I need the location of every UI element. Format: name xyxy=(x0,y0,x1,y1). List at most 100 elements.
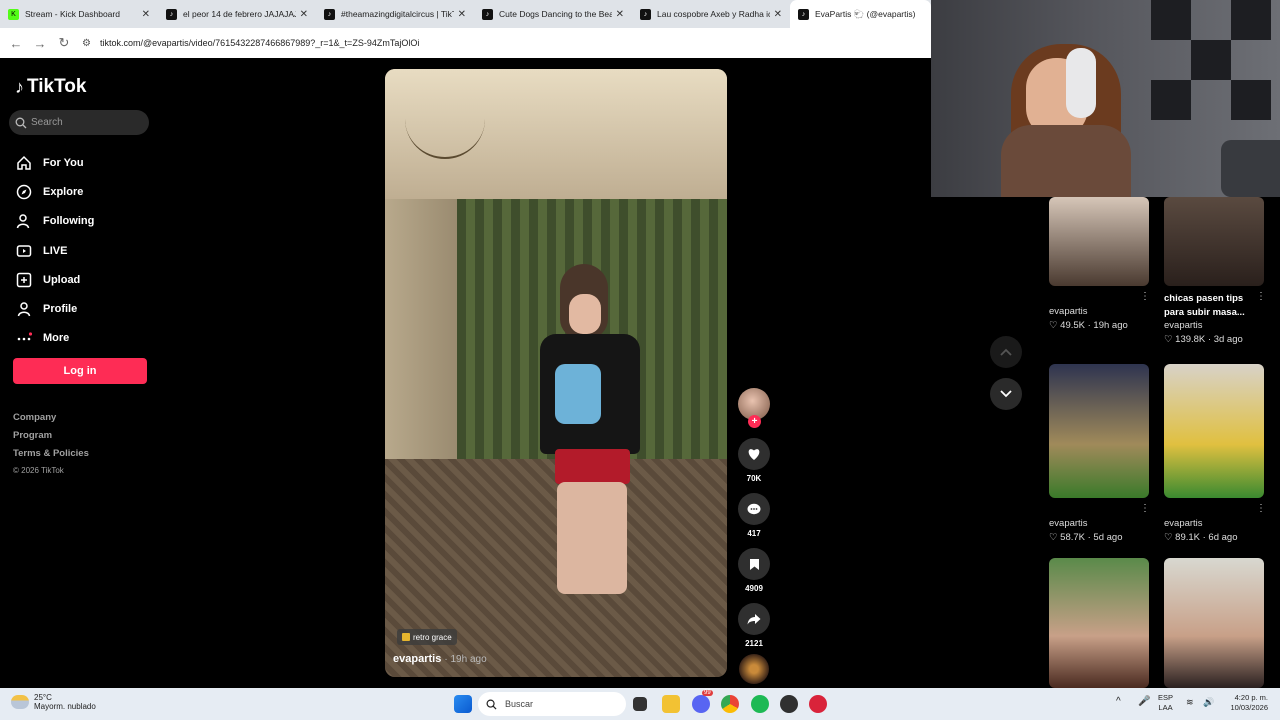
comment-button[interactable]: 417 xyxy=(736,493,772,538)
card-username[interactable]: evapartis xyxy=(1164,320,1264,331)
windows-start-icon[interactable] xyxy=(454,695,472,713)
sidebar-item-more[interactable]: More xyxy=(15,324,94,353)
sidebar-item-explore[interactable]: Explore xyxy=(15,177,94,206)
follow-plus-icon[interactable]: + xyxy=(748,415,761,428)
dancer-face xyxy=(569,294,601,334)
video-player[interactable]: retro grace evapartis · 19h ago xyxy=(385,69,727,677)
sidebar-item-label: Upload xyxy=(43,273,81,286)
video-thumbnail[interactable] xyxy=(1164,197,1264,286)
sidebar-item-following[interactable]: Following xyxy=(15,207,94,236)
more-options-icon[interactable]: ⋮ xyxy=(1140,503,1150,514)
obs-icon[interactable] xyxy=(780,695,798,713)
search-input[interactable]: Search xyxy=(9,110,149,135)
forward-icon[interactable]: → xyxy=(28,36,52,51)
bookmark-button[interactable]: 4909 xyxy=(736,548,772,593)
sidebar-item-upload[interactable]: Upload xyxy=(15,265,94,294)
video-thumbnail[interactable] xyxy=(1049,364,1149,498)
heart-icon xyxy=(738,438,770,470)
browser-tab-bar: K Stream - Kick Dashboard ✕ ♪ el peor 14… xyxy=(0,0,931,28)
browser-toolbar: ← → ↻ ⚙ tiktok.com/@evapartis/video/7615… xyxy=(0,28,931,58)
taskbar-search[interactable]: Buscar xyxy=(478,692,626,716)
card-username[interactable]: evapartis xyxy=(1049,306,1149,317)
video-wall xyxy=(385,199,457,459)
close-tab-icon[interactable]: ✕ xyxy=(458,9,466,20)
close-tab-icon[interactable]: ✕ xyxy=(616,9,624,20)
song-tag[interactable]: retro grace xyxy=(397,629,457,645)
card-stats: ♡ 58.7K · 5d ago xyxy=(1049,532,1123,543)
reload-icon[interactable]: ↻ xyxy=(52,35,76,51)
creator-avatar[interactable]: + xyxy=(738,388,770,428)
previous-video-button[interactable] xyxy=(990,336,1022,368)
video-thumbnail[interactable] xyxy=(1164,558,1264,688)
card-username[interactable]: evapartis xyxy=(1164,518,1264,529)
clock[interactable]: 4:20 p. m. 10/03/2026 xyxy=(1222,693,1268,713)
card-username[interactable]: evapartis xyxy=(1049,518,1149,529)
sidebar-item-live[interactable]: LIVE xyxy=(15,236,94,265)
copyright: © 2026 TikTok xyxy=(13,466,64,475)
next-video-button[interactable] xyxy=(990,378,1022,410)
card-title[interactable]: chicas pasen tips para subir masa... xyxy=(1164,292,1264,320)
address-bar[interactable]: ⚙ tiktok.com/@evapartis/video/7615432287… xyxy=(82,32,931,54)
volume-icon[interactable]: 🔊 xyxy=(1203,697,1214,707)
video-thumbnail[interactable] xyxy=(1049,197,1149,286)
wifi-icon[interactable]: ≋ xyxy=(1186,697,1194,707)
tab-tiktok-2[interactable]: ♪ #theamazingdigitalcircus | TikT ✕ xyxy=(316,0,474,28)
task-view-icon[interactable] xyxy=(633,697,647,711)
weather-widget[interactable]: 25°C Mayorm. nublado xyxy=(11,693,96,711)
close-tab-icon[interactable]: ✕ xyxy=(300,9,308,20)
like-button[interactable]: 70K xyxy=(736,438,772,483)
video-author[interactable]: evapartis · 19h ago xyxy=(393,653,487,665)
link-program[interactable]: Program xyxy=(13,430,89,448)
search-placeholder: Search xyxy=(31,117,63,128)
video-card-meta: evapartis ♡ 89.1K · 6d ago xyxy=(1164,518,1264,543)
sidebar-item-for-you[interactable]: For You xyxy=(15,148,94,177)
microphone-icon[interactable]: 🎤 xyxy=(1138,697,1150,707)
back-icon[interactable]: ← xyxy=(4,36,28,51)
tab-tiktok-4[interactable]: ♪ Lau cospobre Axeb y Radha ic ✕ xyxy=(632,0,790,28)
tiktok-logo-icon: ♪ xyxy=(15,76,24,97)
comment-icon xyxy=(738,493,770,525)
sidebar-item-label: More xyxy=(43,332,70,345)
video-card-meta: evapartis ♡ 49.5K · 19h ago xyxy=(1049,306,1149,331)
sidebar-item-profile[interactable]: Profile xyxy=(15,294,94,323)
chrome-icon[interactable] xyxy=(721,695,739,713)
taskbar-search-label: Buscar xyxy=(505,699,534,709)
file-explorer-icon[interactable] xyxy=(662,695,680,713)
save-count: 4909 xyxy=(745,584,763,593)
tab-tiktok-1[interactable]: ♪ el peor 14 de febrero JAJAJAJ ✕ xyxy=(158,0,316,28)
app-red-icon[interactable] xyxy=(809,695,827,713)
chevron-up-icon[interactable]: ^ xyxy=(1116,697,1121,707)
discord-icon[interactable]: 99 xyxy=(692,690,713,713)
tab-title: #theamazingdigitalcircus | TikT xyxy=(341,9,454,19)
video-thumbnail[interactable] xyxy=(1164,364,1264,498)
share-button[interactable]: 2121 xyxy=(736,603,772,648)
author-name[interactable]: evapartis xyxy=(393,653,441,665)
music-disc-icon[interactable] xyxy=(739,654,769,684)
spotify-icon[interactable] xyxy=(751,695,769,713)
more-options-icon[interactable]: ⋮ xyxy=(1256,503,1266,514)
share-count: 2121 xyxy=(745,639,763,648)
tiktok-icon: ♪ xyxy=(166,8,177,20)
home-icon xyxy=(15,154,33,172)
partly-cloudy-icon xyxy=(11,695,29,709)
language-indicator[interactable]: ESP LAA xyxy=(1158,693,1173,713)
tab-tiktok-3[interactable]: ♪ Cute Dogs Dancing to the Beat ✕ xyxy=(474,0,632,28)
close-tab-icon[interactable]: ✕ xyxy=(774,9,782,20)
tab-evapartis-active[interactable]: ♪ EvaPartis 🐑 (@evapartis) xyxy=(790,0,931,28)
login-button[interactable]: Log in xyxy=(13,358,147,384)
close-tab-icon[interactable]: ✕ xyxy=(142,9,150,20)
link-company[interactable]: Company xyxy=(13,412,89,430)
link-terms[interactable]: Terms & Policies xyxy=(13,448,89,466)
profile-icon xyxy=(15,300,33,318)
more-options-icon[interactable]: ⋮ xyxy=(1140,291,1150,302)
music-note-icon xyxy=(402,633,410,641)
logo-text: TikTok xyxy=(27,76,87,97)
dancer-legs xyxy=(557,482,627,594)
site-info-icon[interactable]: ⚙ xyxy=(82,38,100,49)
tab-kick[interactable]: K Stream - Kick Dashboard ✕ xyxy=(0,0,158,28)
card-stats: ♡ 89.1K · 6d ago xyxy=(1164,532,1238,543)
sidebar-item-label: Following xyxy=(43,215,95,228)
video-thumbnail[interactable] xyxy=(1049,558,1149,688)
tiktok-logo[interactable]: ♪ TikTok xyxy=(15,76,86,98)
sidebar-nav: For You Explore Following LIVE Upload Pr… xyxy=(15,148,94,353)
